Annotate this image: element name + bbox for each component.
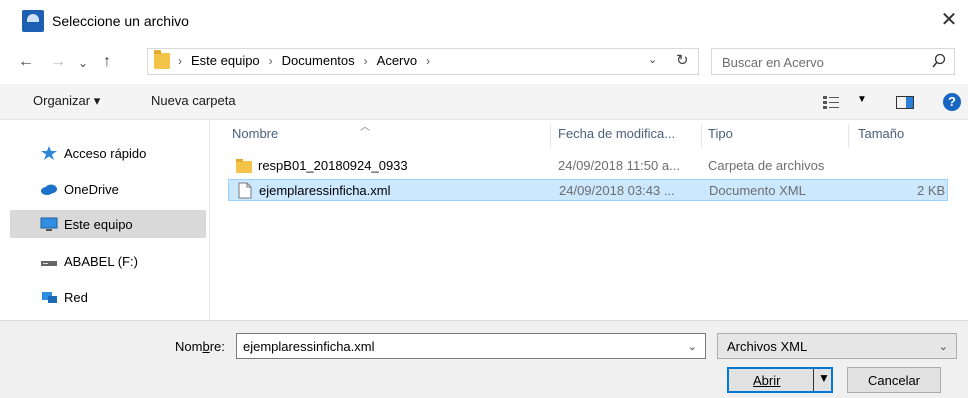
navigation-pane: Acceso rápido OneDrive Este equipo ABABE… (0, 120, 210, 320)
sidebar-item-label: Este equipo (64, 216, 133, 232)
folder-icon (236, 159, 252, 173)
dialog-footer: Nombre: ejemplaressinficha.xml ⌄ Archivo… (0, 320, 968, 398)
breadcrumb-item-este-equipo[interactable]: Este equipo (191, 53, 260, 68)
up-button[interactable]: ↑ (103, 52, 111, 72)
open-button-label: Abrir (753, 373, 781, 388)
column-header-label: Nombre (232, 126, 279, 141)
back-button[interactable]: ← (18, 52, 34, 72)
breadcrumb-item-acervo[interactable]: Acervo (377, 53, 417, 68)
column-header-size[interactable]: Tamaño (858, 126, 904, 141)
title-bar: Seleccione un archivo ✕ (0, 0, 968, 44)
column-header-modified[interactable]: Fecha de modifica... (558, 126, 675, 141)
breadcrumb: › Este equipo › Documentos › Acervo › (176, 53, 439, 68)
cancel-button-label: Cancelar (867, 373, 921, 388)
table-row[interactable]: respB01_20180924_0933 24/09/2018 11:50 a… (228, 155, 948, 177)
chevron-down-icon[interactable]: ▼ (857, 94, 867, 105)
window-title: Seleccione un archivo (52, 13, 189, 29)
preview-pane-icon[interactable] (896, 96, 914, 109)
filename-value: ejemplaressinficha.xml (243, 339, 375, 354)
chevron-down-icon[interactable]: ⌄ (648, 53, 657, 66)
column-divider[interactable] (848, 124, 849, 148)
document-icon (238, 182, 252, 199)
filename-label: Nombre: (175, 339, 225, 354)
drive-icon (41, 261, 57, 266)
sidebar-item-este-equipo[interactable]: Este equipo (10, 210, 206, 238)
breadcrumb-separator: › (178, 53, 182, 68)
chevron-down-icon[interactable]: ▼ (818, 371, 830, 385)
view-options-icon[interactable] (822, 94, 840, 110)
sidebar-item-onedrive[interactable]: OneDrive (10, 175, 206, 203)
column-divider[interactable] (701, 124, 702, 148)
address-bar[interactable]: › Este equipo › Documentos › Acervo › ⌄ … (147, 48, 699, 75)
navigation-bar: ← → ⌄ ↑ › Este equipo › Documentos › Ace… (0, 44, 968, 84)
search-icon (932, 53, 946, 68)
file-modified: 24/09/2018 03:43 ... (559, 183, 675, 198)
file-list: Nombre ︿ Fecha de modifica... Tipo Tamañ… (210, 120, 968, 320)
breadcrumb-separator[interactable]: › (426, 54, 430, 68)
breadcrumb-item-documentos[interactable]: Documentos (282, 53, 355, 68)
file-type: Documento XML (709, 183, 806, 198)
app-icon (22, 10, 44, 32)
breadcrumb-separator[interactable]: › (269, 54, 273, 68)
file-type-filter[interactable]: Archivos XML ⌄ (717, 333, 957, 359)
chevron-down-icon[interactable]: ⌄ (688, 340, 697, 353)
file-name: respB01_20180924_0933 (258, 158, 408, 173)
help-icon[interactable]: ? (943, 93, 961, 111)
split-divider (813, 369, 814, 391)
computer-icon (40, 217, 58, 231)
recent-locations-button[interactable]: ⌄ (78, 53, 88, 73)
forward-button[interactable]: → (50, 52, 66, 72)
close-button[interactable]: ✕ (938, 8, 960, 32)
sidebar-item-acceso-rapido[interactable]: Acceso rápido (10, 139, 206, 167)
table-row[interactable]: ejemplaressinficha.xml 24/09/2018 03:43 … (228, 179, 948, 201)
chevron-down-icon: ⌄ (938, 341, 948, 353)
sidebar-item-label: Acceso rápido (64, 145, 147, 161)
open-button[interactable]: Abrir ▼ (727, 367, 833, 393)
folder-icon (154, 50, 170, 69)
filename-field[interactable]: ejemplaressinficha.xml ⌄ (236, 333, 706, 359)
network-icon (42, 292, 57, 303)
search-placeholder: Buscar en Acervo (722, 55, 824, 70)
refresh-icon[interactable]: ↻ (676, 51, 689, 69)
sidebar-item-ababel[interactable]: ABABEL (F:) (10, 247, 206, 275)
search-input[interactable]: Buscar en Acervo (711, 48, 955, 75)
organize-button[interactable]: Organizar ▾ (33, 93, 100, 109)
sort-ascending-icon: ︿ (360, 122, 370, 133)
sidebar-item-label: ABABEL (F:) (64, 253, 138, 269)
column-header-name[interactable]: Nombre (232, 126, 278, 141)
breadcrumb-separator[interactable]: › (364, 54, 368, 68)
command-bar: Organizar ▾ Nueva carpeta ▼ ? (0, 84, 968, 120)
star-icon (41, 146, 57, 160)
sidebar-item-label: OneDrive (64, 181, 119, 197)
sidebar-item-label: Red (64, 289, 88, 305)
file-modified: 24/09/2018 11:50 a... (558, 158, 680, 173)
cancel-button[interactable]: Cancelar (847, 367, 941, 393)
file-type: Carpeta de archivos (708, 158, 825, 173)
filter-value: Archivos XML (727, 339, 808, 354)
sidebar-item-red[interactable]: Red (10, 283, 206, 311)
new-folder-button[interactable]: Nueva carpeta (151, 93, 236, 108)
file-name: ejemplaressinficha.xml (259, 183, 391, 198)
column-header-type[interactable]: Tipo (708, 126, 733, 141)
file-size: 2 KB (917, 183, 946, 198)
cloud-icon (41, 184, 57, 195)
column-divider[interactable] (550, 124, 551, 148)
